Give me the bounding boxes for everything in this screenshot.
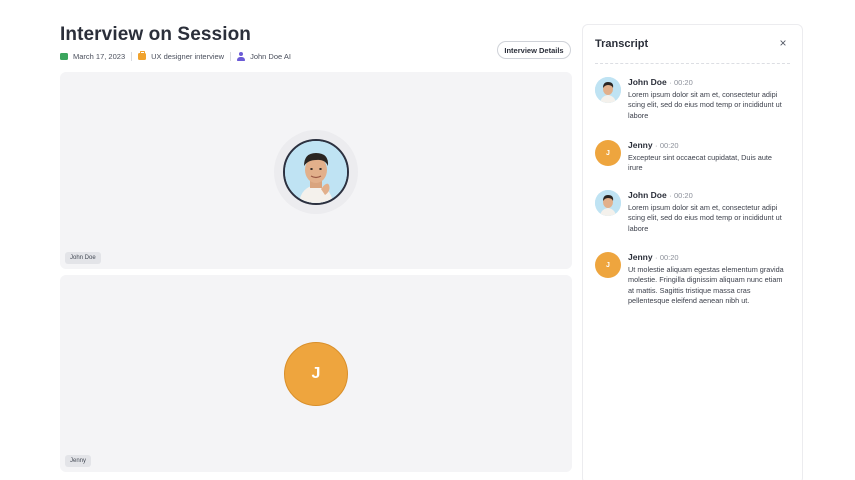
briefcase-icon: [138, 50, 147, 60]
user-icon: [237, 51, 246, 61]
meta-interviewer: John Doe AI: [237, 51, 291, 61]
close-icon[interactable]: ×: [777, 37, 789, 49]
john-doe-photo: [285, 141, 347, 203]
timestamp: 00:20: [659, 253, 679, 262]
transcript-text: Ut molestie aliquam egestas elementum gr…: [628, 265, 784, 305]
page-title: Interview on Session: [60, 24, 251, 45]
separator-dot: ·: [654, 141, 658, 150]
interview-details-button[interactable]: Interview Details: [497, 41, 571, 59]
participant-name-tag: John Doe: [65, 252, 101, 264]
transcript-divider: [595, 63, 790, 64]
transcript-entry-header: Jenny · 00:20: [628, 252, 679, 262]
transcript-panel: Transcript × John Doe · 00:20 Lorem ipsu…: [582, 24, 803, 480]
speaker-avatar-ring: [274, 130, 358, 214]
john-doe-avatar: [283, 139, 349, 205]
transcript-text: Lorem ipsum dolor sit am et, consectetur…: [628, 203, 782, 233]
speaker-name: John Doe: [628, 77, 667, 87]
transcript-entry-header: John Doe · 00:20: [628, 77, 693, 87]
transcript-entry-header: Jenny · 00:20: [628, 140, 679, 150]
transcript-entry-header: John Doe · 00:20: [628, 190, 693, 200]
video-tile-john-doe: John Doe: [60, 72, 572, 269]
john-doe-avatar: [595, 190, 621, 216]
separator-dot: ·: [669, 191, 672, 200]
separator-dot: ·: [669, 78, 672, 87]
calendar-icon: [60, 52, 68, 60]
jenny-avatar: J: [595, 140, 621, 166]
separator-dot: ·: [654, 253, 658, 262]
timestamp: 00:20: [659, 141, 679, 150]
john-doe-avatar: [595, 77, 621, 103]
transcript-title: Transcript: [595, 38, 649, 50]
timestamp: 00:20: [673, 78, 693, 87]
speaker-name: Jenny: [628, 140, 653, 150]
transcript-text: Lorem ipsum dolor sit am et, consectetur…: [628, 90, 782, 120]
jenny-avatar: J: [595, 252, 621, 278]
meta-divider: [131, 51, 133, 61]
meta-divider: [230, 51, 232, 61]
meta-position-text: UX designer interview: [151, 51, 225, 61]
meta-date-text: March 17, 2023: [73, 51, 126, 61]
timestamp: 00:20: [673, 191, 693, 200]
meta-interviewer-text: John Doe AI: [250, 51, 291, 61]
john-doe-photo: [595, 77, 621, 103]
meta-date: March 17, 2023: [60, 52, 125, 61]
participant-name-tag: Jenny: [65, 455, 92, 467]
john-doe-photo: [595, 190, 621, 216]
meta-position: UX designer interview: [138, 50, 225, 61]
interview-meta: March 17, 2023 UX designer interview Joh…: [60, 50, 291, 62]
speaker-name: Jenny: [628, 252, 653, 262]
video-tile-jenny: J Jenny: [60, 275, 572, 472]
transcript-text: Excepteur sint occaecat cupidatat, Duis …: [628, 153, 772, 173]
jenny-avatar: J: [284, 342, 348, 406]
speaker-name: John Doe: [628, 190, 667, 200]
